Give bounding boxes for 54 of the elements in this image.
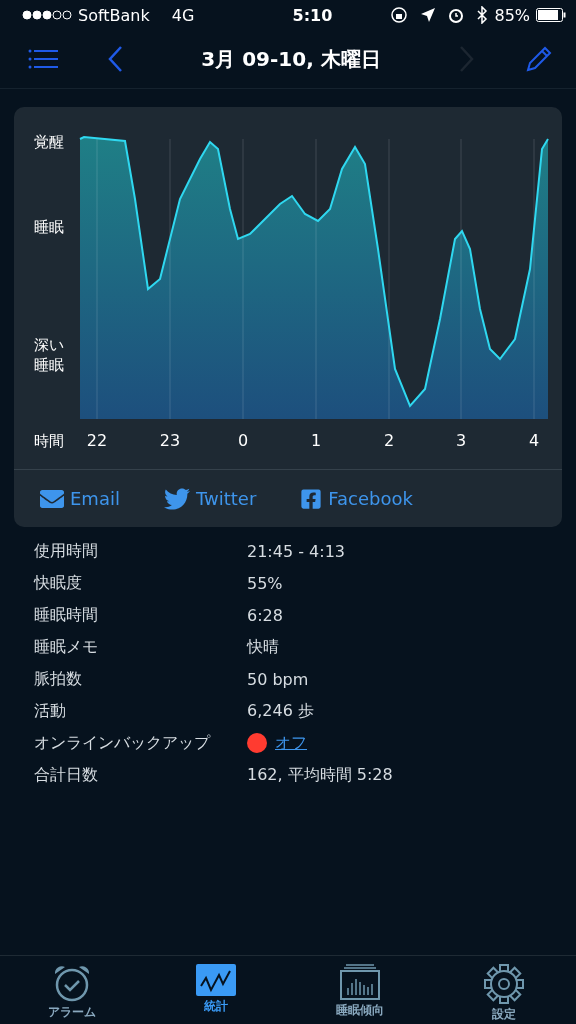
stat-label: 睡眠メモ xyxy=(34,636,99,658)
stat-label: 快眠度 xyxy=(34,572,83,594)
axis-label: 睡眠 xyxy=(34,218,64,236)
stat-value: 162, 平均時間 5:28 xyxy=(247,764,393,786)
network-type: 4G xyxy=(171,5,195,25)
axis-label: 覚醒 xyxy=(34,133,64,151)
pencil-icon xyxy=(524,44,554,74)
tab[interactable]: 睡眠傾向 xyxy=(288,956,432,1024)
alarm-clock-icon xyxy=(52,964,92,1002)
share-link[interactable]: Facebook xyxy=(300,487,413,510)
stat-value: 快晴 xyxy=(247,636,279,658)
axis-tick: 23 xyxy=(159,431,181,450)
stat-value: 21:45 - 4:13 xyxy=(247,541,345,561)
share-link[interactable]: Email xyxy=(40,486,120,511)
tab[interactable]: 統計 xyxy=(144,956,288,1024)
stat-label: 活動 xyxy=(34,700,67,722)
axis-title: 時間 xyxy=(34,432,64,450)
signal-icon xyxy=(22,10,72,20)
tab[interactable]: アラーム xyxy=(0,956,144,1024)
bar-chart-icon xyxy=(340,964,380,1000)
battery-percent: 85% xyxy=(494,5,530,25)
share-link[interactable]: Twitter xyxy=(163,485,257,512)
facebook-icon xyxy=(300,487,323,510)
alarm-icon xyxy=(448,7,465,23)
backup-link[interactable]: オフ xyxy=(275,732,307,754)
location-icon xyxy=(420,7,437,23)
settings-icon xyxy=(484,964,524,1004)
axis-tick: 2 xyxy=(383,431,395,450)
stat-label: 脈拍数 xyxy=(34,668,83,690)
carrier: SoftBank xyxy=(78,5,150,25)
axis-label: 深い xyxy=(34,336,64,354)
stat-value: 6:28 xyxy=(247,605,283,625)
date-title: 3月 09-10, 木曜日 xyxy=(200,45,382,73)
stat-label: 合計日数 xyxy=(34,764,99,786)
stat-value: 6,246 歩 xyxy=(247,700,314,722)
battery-icon xyxy=(536,8,566,22)
axis-tick: 1 xyxy=(310,431,322,450)
axis-tick: 4 xyxy=(528,431,540,450)
axis-tick: 0 xyxy=(237,431,249,450)
axis-tick: 3 xyxy=(455,431,467,450)
axis-tick: 22 xyxy=(86,431,108,450)
tab[interactable]: 設定 xyxy=(432,956,576,1024)
stat-value: 55% xyxy=(247,573,283,593)
stat-label: オンラインバックアップ xyxy=(34,732,212,754)
stat-label: 使用時間 xyxy=(34,540,99,562)
stat-value: 50 bpm xyxy=(247,669,309,689)
clock: 5:10 xyxy=(292,5,333,25)
menu-icon xyxy=(28,49,58,69)
chevron-left-icon xyxy=(107,45,123,73)
stat-label: 睡眠時間 xyxy=(34,604,99,626)
line-chart-icon xyxy=(196,964,236,996)
bluetooth-icon xyxy=(476,6,489,24)
axis-label: 睡眠 xyxy=(34,356,64,374)
rotation-lock-icon xyxy=(390,6,409,24)
